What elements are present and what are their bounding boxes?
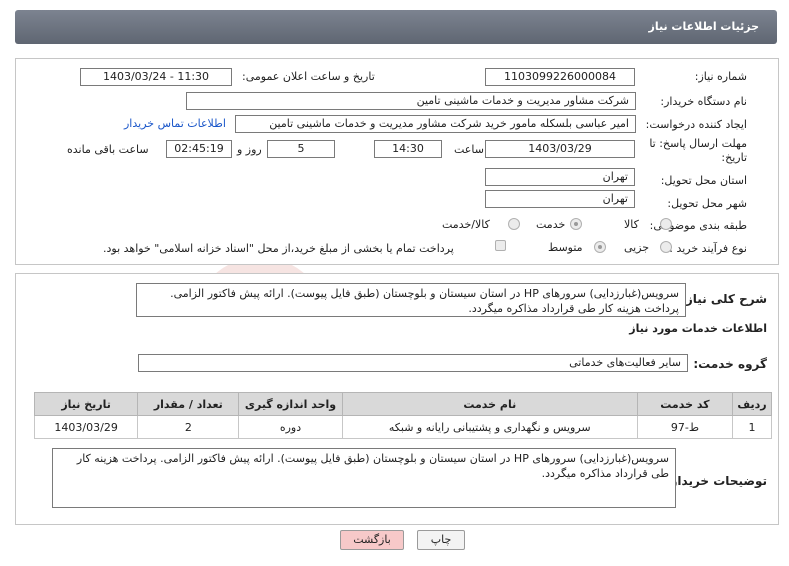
deadline-label-line2: تاریخ: (721, 151, 747, 164)
remaining-days-field[interactable]: 5 (267, 140, 335, 158)
col-quantity: تعداد / مقدار (137, 392, 240, 416)
city-field[interactable]: تهران (485, 190, 635, 208)
category-radio-service[interactable] (570, 218, 582, 230)
summary-textarea[interactable]: سرویس(غبارزدایی) سرورهای HP در استان سیس… (136, 283, 686, 317)
buyer-org-label: نام دستگاه خریدار: (660, 95, 747, 108)
province-label: استان محل تحویل: (660, 174, 747, 187)
details-panel (15, 58, 779, 265)
process-option-minor: جزیی (624, 241, 650, 254)
city-label: شهر محل تحویل: (667, 197, 747, 210)
need-number-label: شماره نیاز: (694, 70, 747, 83)
table-row[interactable]: 1 ط-97 سرویس و نگهداری و پشتیبانی رایانه… (33, 415, 773, 439)
province-field[interactable]: تهران (485, 168, 635, 186)
category-option-service: خدمت (536, 218, 566, 231)
cell-unit: دوره (238, 415, 343, 439)
service-group-field[interactable]: سایر فعالیت‌های خدماتی (138, 354, 688, 372)
cell-need-date: 1403/03/29 (33, 415, 139, 439)
col-unit: واحد اندازه گیری (238, 392, 343, 416)
category-option-goods-service: کالا/خدمت (442, 218, 490, 231)
announce-datetime-field[interactable]: 1403/03/24 - 11:30 (80, 68, 232, 86)
services-table: ردیف کد خدمت نام خدمت واحد اندازه گیری ت… (33, 392, 773, 439)
cell-service-name: سرویس و نگهداری و پشتیبانی رایانه و شبکه (341, 415, 638, 439)
summary-label: شرح کلی نیاز: (681, 292, 767, 306)
page-title: جزئیات اطلاعات نیاز (648, 20, 760, 33)
remaining-time-field[interactable]: 02:45:19 (166, 140, 232, 158)
category-radio-goods[interactable] (660, 218, 672, 230)
page-header: جزئیات اطلاعات نیاز (15, 10, 777, 44)
cell-row-number: 1 (731, 415, 773, 439)
cell-service-code: ط-97 (636, 415, 733, 439)
print-button[interactable]: چاپ (417, 530, 465, 550)
deadline-time-field[interactable]: 14:30 (374, 140, 442, 158)
buyer-notes-label: توضیحات خریدار: (665, 474, 767, 488)
days-label: روز و (237, 143, 262, 156)
buyer-contact-link[interactable]: اطلاعات تماس خریدار (124, 117, 226, 130)
deadline-label-line1: مهلت ارسال پاسخ: تا (649, 137, 747, 150)
col-need-date: تاریخ نیاز (33, 392, 139, 416)
back-button[interactable]: بازگشت (340, 530, 404, 550)
process-type-label: نوع فرآیند خرید : (669, 242, 747, 255)
process-radio-minor[interactable] (660, 241, 672, 253)
process-option-medium: متوسط (548, 241, 583, 254)
col-service-name: نام خدمت (341, 392, 638, 416)
services-section-title: اطلاعات خدمات مورد نیاز (629, 322, 767, 335)
treasury-payment-checkbox[interactable] (495, 240, 506, 251)
remaining-time-label: ساعت باقی مانده (67, 143, 149, 156)
buyer-notes-textarea[interactable]: سرویس(غبارزدایی) سرورهای HP در استان سیس… (52, 448, 676, 508)
buyer-org-field[interactable]: شرکت مشاور مدیریت و خدمات ماشینی تامین (186, 92, 636, 110)
announce-datetime-label: تاریخ و ساعت اعلان عمومی: (242, 70, 375, 83)
treasury-payment-note: پرداخت تمام یا بخشی از مبلغ خرید،از محل … (103, 242, 454, 255)
category-option-goods: کالا (624, 218, 639, 231)
deadline-date-field[interactable]: 1403/03/29 (485, 140, 635, 158)
col-row-number: ردیف (731, 392, 773, 416)
creator-label: ایجاد کننده درخواست: (645, 118, 747, 131)
service-group-label: گروه خدمت: (693, 357, 767, 371)
need-number-field[interactable]: 1103099226000084 (485, 68, 635, 86)
deadline-time-label: ساعت (454, 143, 484, 156)
cell-quantity: 2 (137, 415, 240, 439)
col-service-code: کد خدمت (636, 392, 733, 416)
creator-field[interactable]: امیر عباسی بلسکله مامور خرید شرکت مشاور … (235, 115, 636, 133)
category-radio-goods-service[interactable] (508, 218, 520, 230)
services-table-header: ردیف کد خدمت نام خدمت واحد اندازه گیری ت… (33, 392, 773, 416)
process-radio-medium[interactable] (594, 241, 606, 253)
